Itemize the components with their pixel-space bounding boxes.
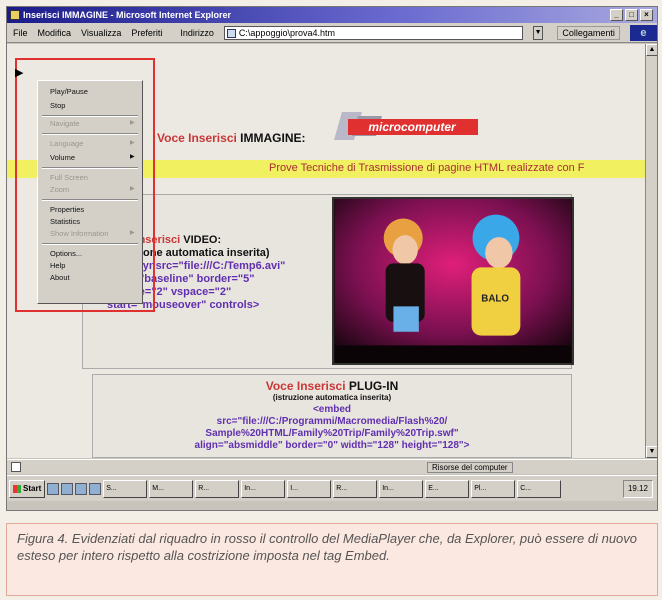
- figure-caption: Figura 4. Evidenziati dal riquadro in ro…: [6, 523, 658, 596]
- menu-item-help[interactable]: Help: [50, 261, 65, 270]
- taskbar-button[interactable]: In...: [379, 479, 424, 498]
- clock[interactable]: 19.12: [628, 484, 648, 493]
- menu-separator: [42, 199, 138, 201]
- caption-text: Figura 4. Evidenziati dal riquadro in ro…: [17, 531, 638, 563]
- menu-separator: [42, 115, 138, 117]
- taskbar-button[interactable]: R...: [333, 479, 378, 498]
- menu-item-zoom: Zoom ▶: [50, 185, 135, 194]
- address-input[interactable]: C:\appoggio\prova4.htm: [223, 25, 523, 40]
- quicklaunch-desktop-icon[interactable]: [75, 482, 88, 495]
- page-icon: [226, 28, 236, 38]
- video-heading-bold: VIDEO:: [183, 234, 222, 246]
- menu-item-properties[interactable]: Properties: [50, 205, 84, 214]
- logo-text: microcomputer: [368, 120, 457, 134]
- image-heading-red: Voce Inserisci: [157, 131, 237, 145]
- plugin-instruction: Voce Inserisci PLUG-IN (istruzione autom…: [97, 380, 567, 452]
- menu-file[interactable]: File: [13, 28, 28, 38]
- submenu-arrow-icon: ▶: [130, 140, 135, 146]
- address-label: Indirizzo: [180, 27, 214, 38]
- taskbar-button[interactable]: C...: [517, 479, 562, 498]
- taskbar-button[interactable]: E...: [425, 479, 470, 498]
- menu-separator: [42, 167, 138, 169]
- taskbar-button[interactable]: Pl...: [471, 479, 516, 498]
- quicklaunch-channels-icon[interactable]: [89, 482, 102, 495]
- scroll-up-icon[interactable]: ▲: [646, 44, 657, 56]
- menu-item-show-information: Show Information ▶: [50, 229, 135, 238]
- links-button[interactable]: Collegamenti: [557, 25, 620, 40]
- image-heading-bold: IMMAGINE:: [240, 131, 306, 145]
- title-bar[interactable]: Inserisci IMMAGINE - Microsoft Internet …: [7, 7, 657, 23]
- start-label: Start: [23, 483, 42, 493]
- plugin-heading: Voce Inserisci PLUG-IN: [97, 380, 567, 392]
- menu-bar: File Modifica Visualizza Preferiti Indir…: [7, 23, 657, 43]
- menu-item-options[interactable]: Options...: [50, 249, 82, 258]
- ie-page-icon: [10, 10, 20, 20]
- address-value: C:\appoggio\prova4.htm: [238, 27, 335, 38]
- quicklaunch-ie-icon[interactable]: [47, 482, 60, 495]
- taskbar-button[interactable]: I...: [287, 479, 332, 498]
- mediaplayer-video[interactable]: BALO: [332, 197, 574, 365]
- plugin-code-line: src="file:///C:/Programmi/Macromedia/Fla…: [216, 416, 448, 427]
- ie-logo-icon: e: [629, 24, 657, 41]
- quicklaunch-outlook-icon[interactable]: [61, 482, 74, 495]
- system-tray: 19.12: [622, 479, 653, 498]
- scroll-down-icon[interactable]: ▼: [646, 446, 657, 458]
- submenu-arrow-icon: ▶: [130, 120, 135, 126]
- svg-text:BALO: BALO: [481, 294, 509, 305]
- microcomputer-logo: microcomputer: [334, 112, 478, 140]
- menu-item-about[interactable]: About: [50, 273, 70, 282]
- menu-item-volume[interactable]: Volume ▶: [50, 153, 135, 162]
- minimize-button[interactable]: _: [610, 9, 623, 21]
- menu-preferiti[interactable]: Preferiti: [131, 28, 162, 38]
- start-button[interactable]: Start: [9, 479, 46, 498]
- image-heading: Voce Inserisci IMMAGINE:: [157, 131, 306, 145]
- taskbar: Start S... M... R... In... I... R... In.…: [7, 475, 657, 501]
- menu-item-full-screen: Full Screen: [50, 173, 88, 182]
- window-title: Inserisci IMMAGINE - Microsoft Internet …: [23, 10, 232, 20]
- address-dropdown-icon[interactable]: ▼: [532, 25, 544, 40]
- menu-item-navigate: Navigate ▶: [50, 119, 135, 128]
- menu-item-stop[interactable]: Stop: [50, 101, 65, 110]
- plugin-code-line: <embed: [312, 404, 352, 415]
- status-bar: Risorse del computer: [7, 459, 657, 474]
- taskbar-button[interactable]: S...: [103, 479, 148, 498]
- menu-separator: [42, 133, 138, 135]
- submenu-arrow-icon: ▶: [130, 230, 135, 236]
- maximize-button[interactable]: □: [625, 9, 638, 21]
- page-content: Prove Tecniche di Trasmissione di pagine…: [7, 44, 647, 458]
- submenu-arrow-icon: ▶: [130, 186, 135, 192]
- taskbar-button[interactable]: R...: [195, 479, 240, 498]
- menu-visualizza[interactable]: Visualizza: [81, 28, 121, 38]
- ie-window: Inserisci IMMAGINE - Microsoft Internet …: [6, 6, 658, 511]
- menu-modifica[interactable]: Modifica: [38, 28, 72, 38]
- taskbar-button[interactable]: In...: [241, 479, 286, 498]
- menu-item-play-pause[interactable]: Play/Pause: [50, 87, 88, 96]
- windows-logo-icon: [13, 484, 21, 493]
- security-zone: Risorse del computer: [427, 462, 513, 473]
- plugin-subheading: (istruzione automatica inserita): [272, 393, 392, 402]
- menu-item-language: Language ▶: [50, 139, 135, 148]
- plugin-code-line: Sample%20HTML/Family%20Trip/Family%20Tri…: [205, 428, 459, 439]
- taskbar-button[interactable]: M...: [149, 479, 194, 498]
- plugin-code-line: align="absmiddle" border="0" width="128"…: [194, 440, 470, 451]
- submenu-arrow-icon: ▶: [130, 154, 135, 160]
- play-icon[interactable]: ▶: [15, 66, 23, 79]
- mediaplayer-context-menu: Play/Pause Stop Navigate ▶ Language ▶ Volu…: [37, 80, 143, 304]
- close-button[interactable]: ×: [640, 9, 653, 21]
- menu-item-statistics[interactable]: Statistics: [50, 217, 80, 226]
- banner-text: Prove Tecniche di Trasmissione di pagine…: [269, 162, 585, 174]
- plugin-heading-red: Voce Inserisci: [265, 379, 346, 393]
- menu-separator: [42, 243, 138, 245]
- vertical-scrollbar[interactable]: ▲ ▼: [645, 44, 657, 458]
- status-page-icon: [11, 462, 21, 472]
- plugin-heading-bold: PLUG-IN: [348, 379, 399, 393]
